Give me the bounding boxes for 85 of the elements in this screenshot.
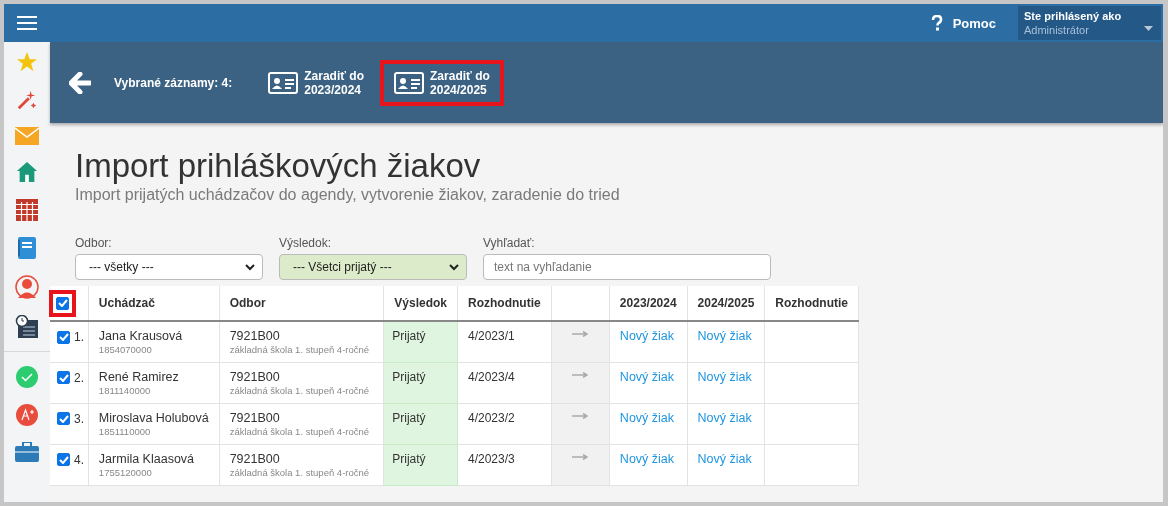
new-student-link[interactable]: Nový žiak [697,329,752,343]
menu-icon [17,15,37,31]
check-badge-icon[interactable] [16,366,38,388]
help-link[interactable]: Pomoc [952,15,996,31]
select-field[interactable]: --- všetky --- [75,254,263,280]
program-name: základná škola 1. stupeň 4-ročné [229,466,371,478]
filter-label: Vyhľadať: [483,236,536,250]
decision-cell: 4/2023/1 [457,321,552,362]
applicant-name: René Ramirez [98,369,180,384]
grade-badge-icon[interactable] [16,404,38,426]
program-name: základná škola 1. stupeň 4-ročné [229,425,371,437]
user-label: Ste prihlásený ako [1024,10,1123,22]
applicant-id: 1854070000 [98,344,153,355]
search-field[interactable]: text na vyhľadanie [483,254,771,280]
new-student-link[interactable]: Nový žiak [697,451,752,466]
back-arrow-icon [69,71,91,94]
applicant-name: Jarmila Klaasová [98,451,196,466]
arrow-icon [572,371,589,378]
arrow-icon [572,453,589,460]
result-cell: Prijatý [383,362,458,403]
id-card-icon [268,71,299,94]
program-code: 7921B00 [229,329,281,343]
caret-icon [1144,26,1153,31]
column-header: Rozhodnutie [457,286,552,321]
chevron-icon [245,263,255,271]
row-number: 1. [74,330,84,344]
assign-button[interactable]: Zaradiť do 2023/2024 [254,59,379,106]
program-code: 7921B00 [229,369,281,384]
program-code: 7921B00 [229,451,281,466]
decision-cell: 4/2023/4 [457,362,552,403]
applicant-name: Jana Krausová [98,329,184,343]
page-subtitle: Import prijatých uchádzačov do agendy, vytvorenie žiakov, zaradenie do tried [75,186,621,204]
program-name: základná škola 1. stupeň 4-ročné [229,344,371,355]
program-code: 7921B00 [229,410,281,425]
program-name: základná škola 1. stupeň 4-ročné [229,384,371,396]
filter-label: Odbor: [75,236,113,250]
user-menu[interactable]: Ste prihlásený ako Administrátor [1018,6,1161,40]
column-header: Rozhodnutie [764,286,859,321]
back-button[interactable] [68,70,92,95]
applicant-name: Miroslava Holubová [98,410,209,425]
column-header: Odbor [219,286,384,321]
new-student-link[interactable]: Nový žiak [697,410,752,425]
user-name: Administrátor [1024,24,1089,36]
row-number: 2. [74,370,84,385]
magic-wand-icon[interactable] [16,89,38,111]
row-number: 4. [74,452,84,467]
new-student-link[interactable]: Nový žiak [619,329,675,343]
row-checkbox[interactable] [57,330,70,344]
filter-label: Výsledok: [279,236,333,250]
selected-count: Vybrané záznamy: 4: [114,75,233,90]
decision-cell: 4/2023/3 [457,444,552,485]
decision-cell: 4/2023/2 [457,403,552,444]
briefcase-icon[interactable] [15,442,39,462]
help-icon [930,15,943,31]
person-icon[interactable] [15,275,39,299]
result-cell: Prijatý [383,321,458,362]
calendar-clock-icon[interactable] [15,315,39,339]
row-checkbox[interactable] [57,371,70,384]
chevron-icon [449,263,459,271]
result-cell: Prijatý [383,444,458,485]
calendar-grid-icon[interactable] [16,199,38,221]
column-header: 2024/2025 [687,286,765,321]
select-field[interactable]: --- Všetci prijatý --- [279,254,467,280]
arrow-icon [572,412,589,419]
new-student-link[interactable]: Nový žiak [619,410,675,425]
home-icon[interactable] [16,161,38,183]
star-icon[interactable] [16,51,38,73]
column-header: Uchádzač [88,286,220,321]
assign-button[interactable]: Zaradiť do 2024/2025 [380,59,504,106]
applicant-id: 1811140000 [98,384,152,396]
result-cell: Prijatý [383,403,458,444]
applicant-id: 1851110000 [98,425,152,437]
applicant-id: 1755120000 [98,466,153,478]
row-number: 3. [74,411,84,426]
page-title: Import prihláškových žiakov [75,147,482,185]
new-student-link[interactable]: Nový žiak [619,451,675,466]
row-checkbox[interactable] [57,453,70,466]
new-student-link[interactable]: Nový žiak [697,369,752,384]
row-checkbox[interactable] [57,412,70,425]
column-header: 2023/2024 [609,286,688,321]
arrow-icon [572,331,589,337]
new-student-link[interactable]: Nový žiak [619,369,675,384]
id-card-icon [394,71,425,94]
notebook-icon[interactable] [18,237,36,259]
select-all-checkbox[interactable] [56,296,69,310]
